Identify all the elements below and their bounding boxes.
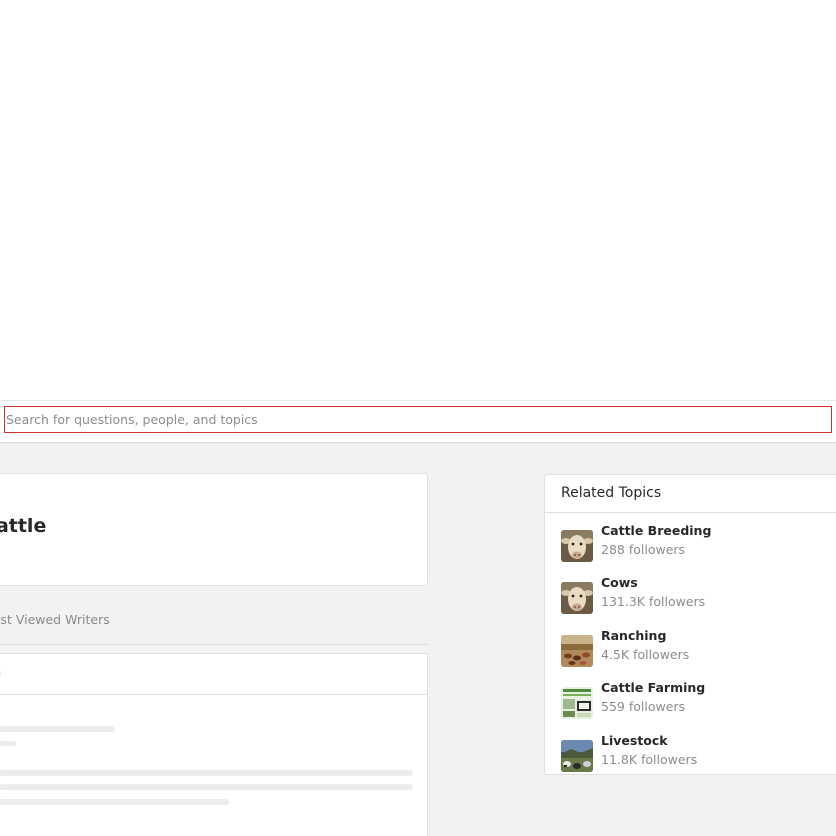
- related-topic-name[interactable]: Cattle Breeding: [601, 523, 711, 538]
- cow-face-icon: [561, 530, 593, 562]
- related-topics-card: Related Topics Cattle Breeding 288 follo…: [544, 474, 836, 775]
- related-topic-item[interactable]: Cattle Farming 559 followers: [561, 680, 831, 720]
- herd-field-icon: [561, 635, 593, 667]
- feed-card-loading: [0, 653, 428, 836]
- skeleton-line: [0, 741, 16, 746]
- feed-card-divider: [0, 694, 427, 695]
- skeleton-line: [0, 726, 115, 732]
- skeleton-line: [0, 799, 229, 805]
- related-topic-followers: 288 followers: [601, 542, 686, 557]
- related-topic-followers: 4.5K followers: [601, 647, 690, 662]
- tab-divider: [0, 644, 428, 645]
- blank-area: [0, 0, 836, 400]
- pasture-herd-icon: [561, 740, 593, 772]
- feed-card-header-placeholder: [0, 671, 1, 677]
- cow-face-icon: [561, 582, 593, 614]
- topic-title: Cattle: [0, 515, 47, 537]
- related-topic-followers: 559 followers: [601, 699, 686, 714]
- related-topics-heading: Related Topics: [561, 485, 662, 501]
- related-topic-name[interactable]: Cows: [601, 575, 638, 590]
- page: Cattle Most Viewed Writers Related Topic…: [0, 0, 836, 836]
- topic-header-card: [0, 473, 428, 586]
- related-topic-item[interactable]: Ranching 4.5K followers: [561, 628, 831, 668]
- tab-most-viewed-writers[interactable]: Most Viewed Writers: [0, 612, 110, 627]
- related-topic-item[interactable]: Cattle Breeding 288 followers: [561, 523, 831, 563]
- related-topic-item[interactable]: Cows 131.3K followers: [561, 575, 831, 615]
- farm-poster-icon: [561, 687, 593, 719]
- search-bar: [0, 400, 836, 443]
- related-topic-followers: 131.3K followers: [601, 594, 706, 609]
- related-topic-item[interactable]: Livestock 11.8K followers: [561, 733, 831, 773]
- related-topic-followers: 11.8K followers: [601, 752, 698, 767]
- related-topic-name[interactable]: Ranching: [601, 628, 666, 643]
- related-topics-divider: [545, 512, 836, 513]
- related-topic-name[interactable]: Livestock: [601, 733, 668, 748]
- related-topic-name[interactable]: Cattle Farming: [601, 680, 705, 695]
- skeleton-line: [0, 784, 413, 790]
- skeleton-line: [0, 770, 413, 776]
- search-input[interactable]: [4, 406, 832, 433]
